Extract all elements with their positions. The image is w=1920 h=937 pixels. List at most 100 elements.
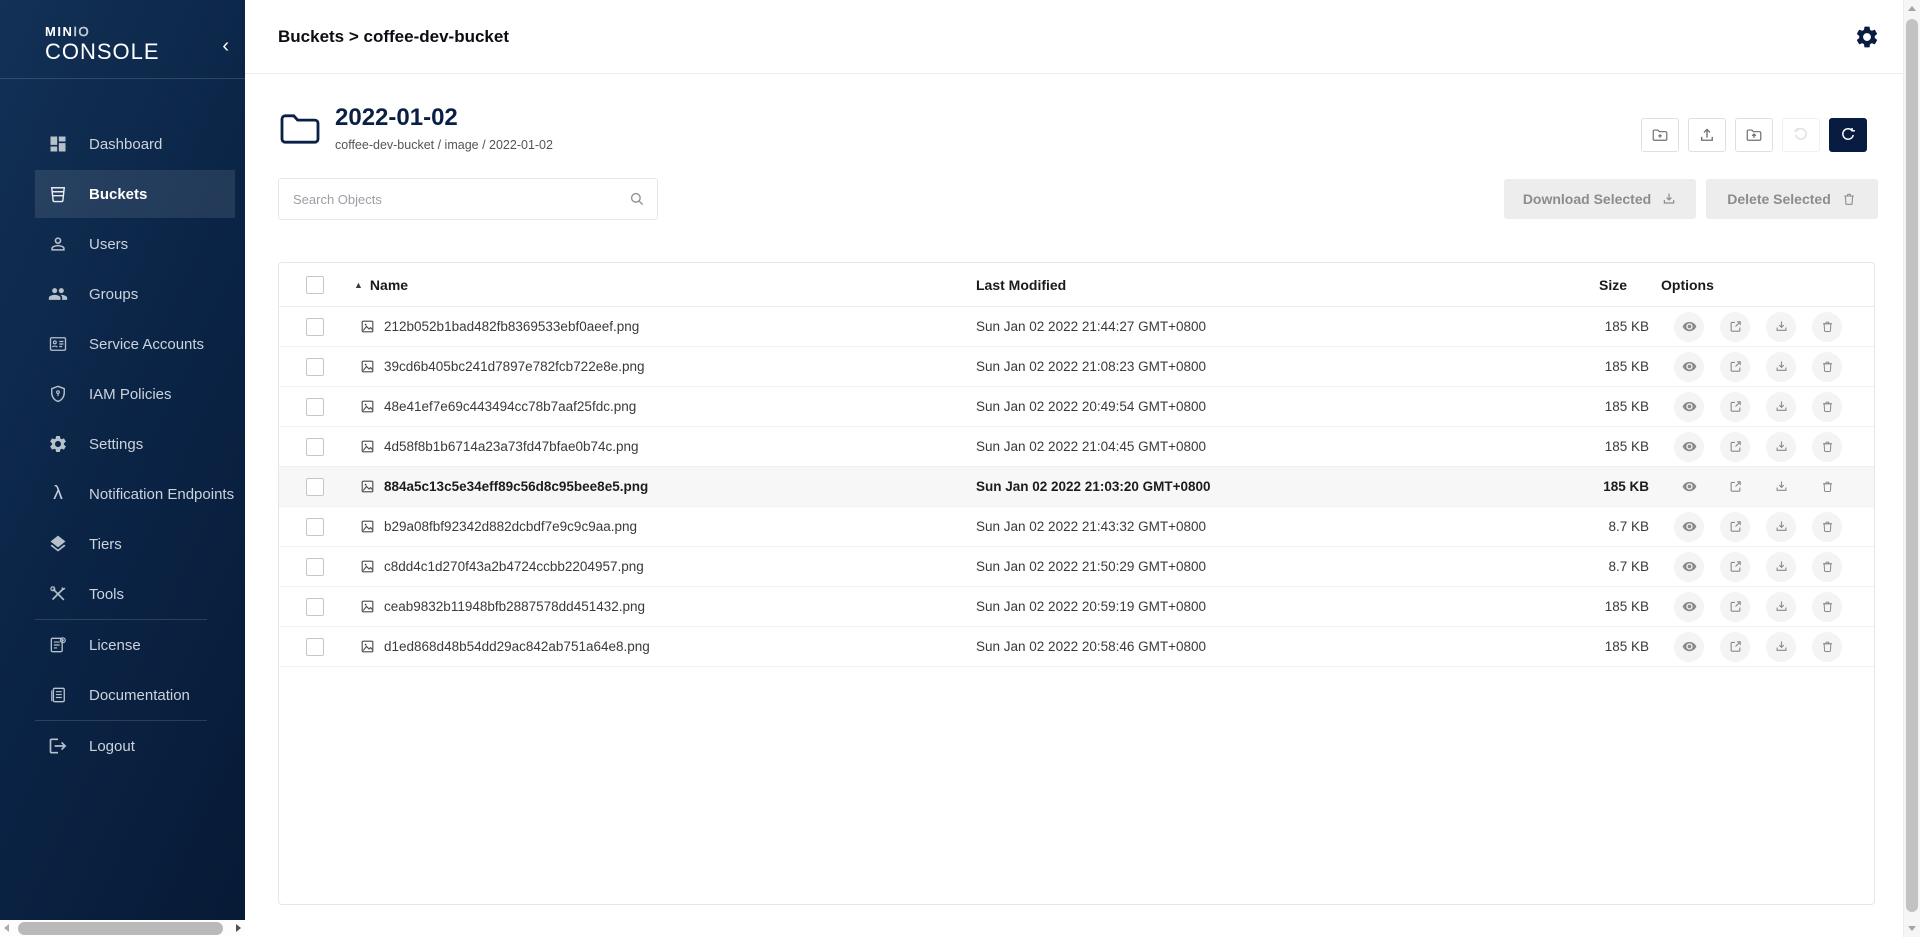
preview-button[interactable] <box>1674 512 1704 542</box>
scroll-down-arrow-icon[interactable] <box>1908 926 1916 931</box>
download-button[interactable] <box>1766 592 1796 622</box>
sidebar-item-groups[interactable]: Groups <box>0 269 245 319</box>
sidebar-item-iam-policies[interactable]: IAM Policies <box>0 369 245 419</box>
object-name[interactable]: 884a5c13c5e34eff89c56d8c95bee8e5.png <box>384 479 648 494</box>
download-button[interactable] <box>1766 512 1796 542</box>
share-button[interactable] <box>1720 392 1750 422</box>
share-button[interactable] <box>1720 632 1750 662</box>
download-button[interactable] <box>1766 392 1796 422</box>
sidebar-item-settings[interactable]: Settings <box>0 419 245 469</box>
share-button[interactable] <box>1720 472 1750 502</box>
share-button[interactable] <box>1720 512 1750 542</box>
delete-button[interactable] <box>1812 512 1842 542</box>
download-button[interactable] <box>1766 352 1796 382</box>
sidebar-item-service-accounts[interactable]: Service Accounts <box>0 319 245 369</box>
share-button[interactable] <box>1720 352 1750 382</box>
download-button[interactable] <box>1766 312 1796 342</box>
rewind-button[interactable] <box>1782 118 1820 152</box>
breadcrumb[interactable]: Buckets > coffee-dev-bucket <box>278 0 509 74</box>
share-button[interactable] <box>1720 592 1750 622</box>
upload-file-button[interactable] <box>1688 118 1726 152</box>
row-checkbox[interactable] <box>306 358 324 376</box>
download-button[interactable] <box>1766 472 1796 502</box>
preview-button[interactable] <box>1674 352 1704 382</box>
row-checkbox[interactable] <box>306 638 324 656</box>
table-row[interactable]: b29a08fbf92342d882dcbdf7e9c9c9aa.png Sun… <box>279 507 1874 547</box>
object-name[interactable]: 212b052b1bad482fb8369533ebf0aeef.png <box>384 319 639 334</box>
upload-file-icon <box>1698 126 1716 144</box>
settings-gear-button[interactable] <box>1853 24 1881 52</box>
download-selected-button[interactable]: Download Selected <box>1504 179 1696 219</box>
share-button[interactable] <box>1720 312 1750 342</box>
object-name[interactable]: c8dd4c1d270f43a2b4724ccbb2204957.png <box>384 559 644 574</box>
table-row[interactable]: 39cd6b405bc241d7897e782fcb722e8e.png Sun… <box>279 347 1874 387</box>
sidebar-collapse-button[interactable]: ‹ <box>222 36 229 56</box>
scroll-up-arrow-icon[interactable] <box>1908 6 1916 11</box>
row-checkbox[interactable] <box>306 438 324 456</box>
row-checkbox[interactable] <box>306 598 324 616</box>
table-row[interactable]: 48e41ef7e69c443494cc78b7aaf25fdc.png Sun… <box>279 387 1874 427</box>
row-checkbox[interactable] <box>306 318 324 336</box>
delete-button[interactable] <box>1812 352 1842 382</box>
row-checkbox[interactable] <box>306 518 324 536</box>
delete-button[interactable] <box>1812 432 1842 462</box>
scroll-left-arrow-icon[interactable] <box>4 924 9 932</box>
column-header-name[interactable]: ▲ Name <box>354 277 976 293</box>
sidebar-item-notification-endpoints[interactable]: λ Notification Endpoints <box>0 469 245 519</box>
vertical-scrollbar-thumb[interactable] <box>1906 19 1918 912</box>
table-row-hovered[interactable]: 884a5c13c5e34eff89c56d8c95bee8e5.png Sun… <box>279 467 1874 507</box>
preview-button[interactable] <box>1674 472 1704 502</box>
sidebar-item-dashboard[interactable]: Dashboard <box>0 119 245 169</box>
delete-button[interactable] <box>1812 552 1842 582</box>
add-path-button[interactable] <box>1641 118 1679 152</box>
delete-selected-button[interactable]: Delete Selected <box>1706 179 1878 219</box>
object-name[interactable]: b29a08fbf92342d882dcbdf7e9c9c9aa.png <box>384 519 637 534</box>
object-name[interactable]: 39cd6b405bc241d7897e782fcb722e8e.png <box>384 359 645 374</box>
row-checkbox[interactable] <box>306 558 324 576</box>
download-button[interactable] <box>1766 552 1796 582</box>
row-checkbox[interactable] <box>306 478 324 496</box>
sidebar-item-users[interactable]: Users <box>0 219 245 269</box>
preview-button[interactable] <box>1674 632 1704 662</box>
delete-button[interactable] <box>1812 472 1842 502</box>
table-row[interactable]: d1ed868d48b54dd29ac842ab751a64e8.png Sun… <box>279 627 1874 667</box>
sidebar-item-documentation[interactable]: Documentation <box>0 670 245 720</box>
object-name[interactable]: d1ed868d48b54dd29ac842ab751a64e8.png <box>384 639 650 654</box>
share-button[interactable] <box>1720 432 1750 462</box>
select-all-checkbox[interactable] <box>306 276 324 294</box>
delete-button[interactable] <box>1812 312 1842 342</box>
sidebar-item-logout[interactable]: Logout <box>0 721 245 771</box>
upload-folder-button[interactable] <box>1735 118 1773 152</box>
preview-button[interactable] <box>1674 392 1704 422</box>
refresh-button[interactable] <box>1829 118 1867 152</box>
share-button[interactable] <box>1720 552 1750 582</box>
download-icon <box>1774 639 1789 654</box>
download-icon <box>1774 559 1789 574</box>
vertical-scrollbar[interactable] <box>1903 0 1920 937</box>
sidebar-item-license[interactable]: License <box>0 620 245 670</box>
table-row[interactable]: 212b052b1bad482fb8369533ebf0aeef.png Sun… <box>279 307 1874 347</box>
sidebar-item-buckets[interactable]: Buckets <box>0 169 245 219</box>
delete-button[interactable] <box>1812 592 1842 622</box>
sidebar-item-tiers[interactable]: Tiers <box>0 519 245 569</box>
table-row[interactable]: 4d58f8b1b6714a23a73fd47bfae0b74c.png Sun… <box>279 427 1874 467</box>
sidebar-item-tools[interactable]: Tools <box>0 569 245 619</box>
search-input[interactable] <box>278 178 658 220</box>
scroll-right-arrow-icon[interactable] <box>236 924 241 932</box>
download-button[interactable] <box>1766 632 1796 662</box>
row-checkbox[interactable] <box>306 398 324 416</box>
table-row[interactable]: c8dd4c1d270f43a2b4724ccbb2204957.png Sun… <box>279 547 1874 587</box>
download-button[interactable] <box>1766 432 1796 462</box>
object-name[interactable]: 48e41ef7e69c443494cc78b7aaf25fdc.png <box>384 399 636 414</box>
horizontal-scrollbar-thumb[interactable] <box>18 922 223 935</box>
object-name[interactable]: 4d58f8b1b6714a23a73fd47bfae0b74c.png <box>384 439 639 454</box>
object-name[interactable]: ceab9832b11948bfb2887578dd451432.png <box>384 599 645 614</box>
preview-button[interactable] <box>1674 552 1704 582</box>
preview-button[interactable] <box>1674 432 1704 462</box>
preview-button[interactable] <box>1674 592 1704 622</box>
horizontal-scrollbar[interactable] <box>0 920 245 937</box>
preview-button[interactable] <box>1674 312 1704 342</box>
delete-button[interactable] <box>1812 392 1842 422</box>
table-row[interactable]: ceab9832b11948bfb2887578dd451432.png Sun… <box>279 587 1874 627</box>
delete-button[interactable] <box>1812 632 1842 662</box>
